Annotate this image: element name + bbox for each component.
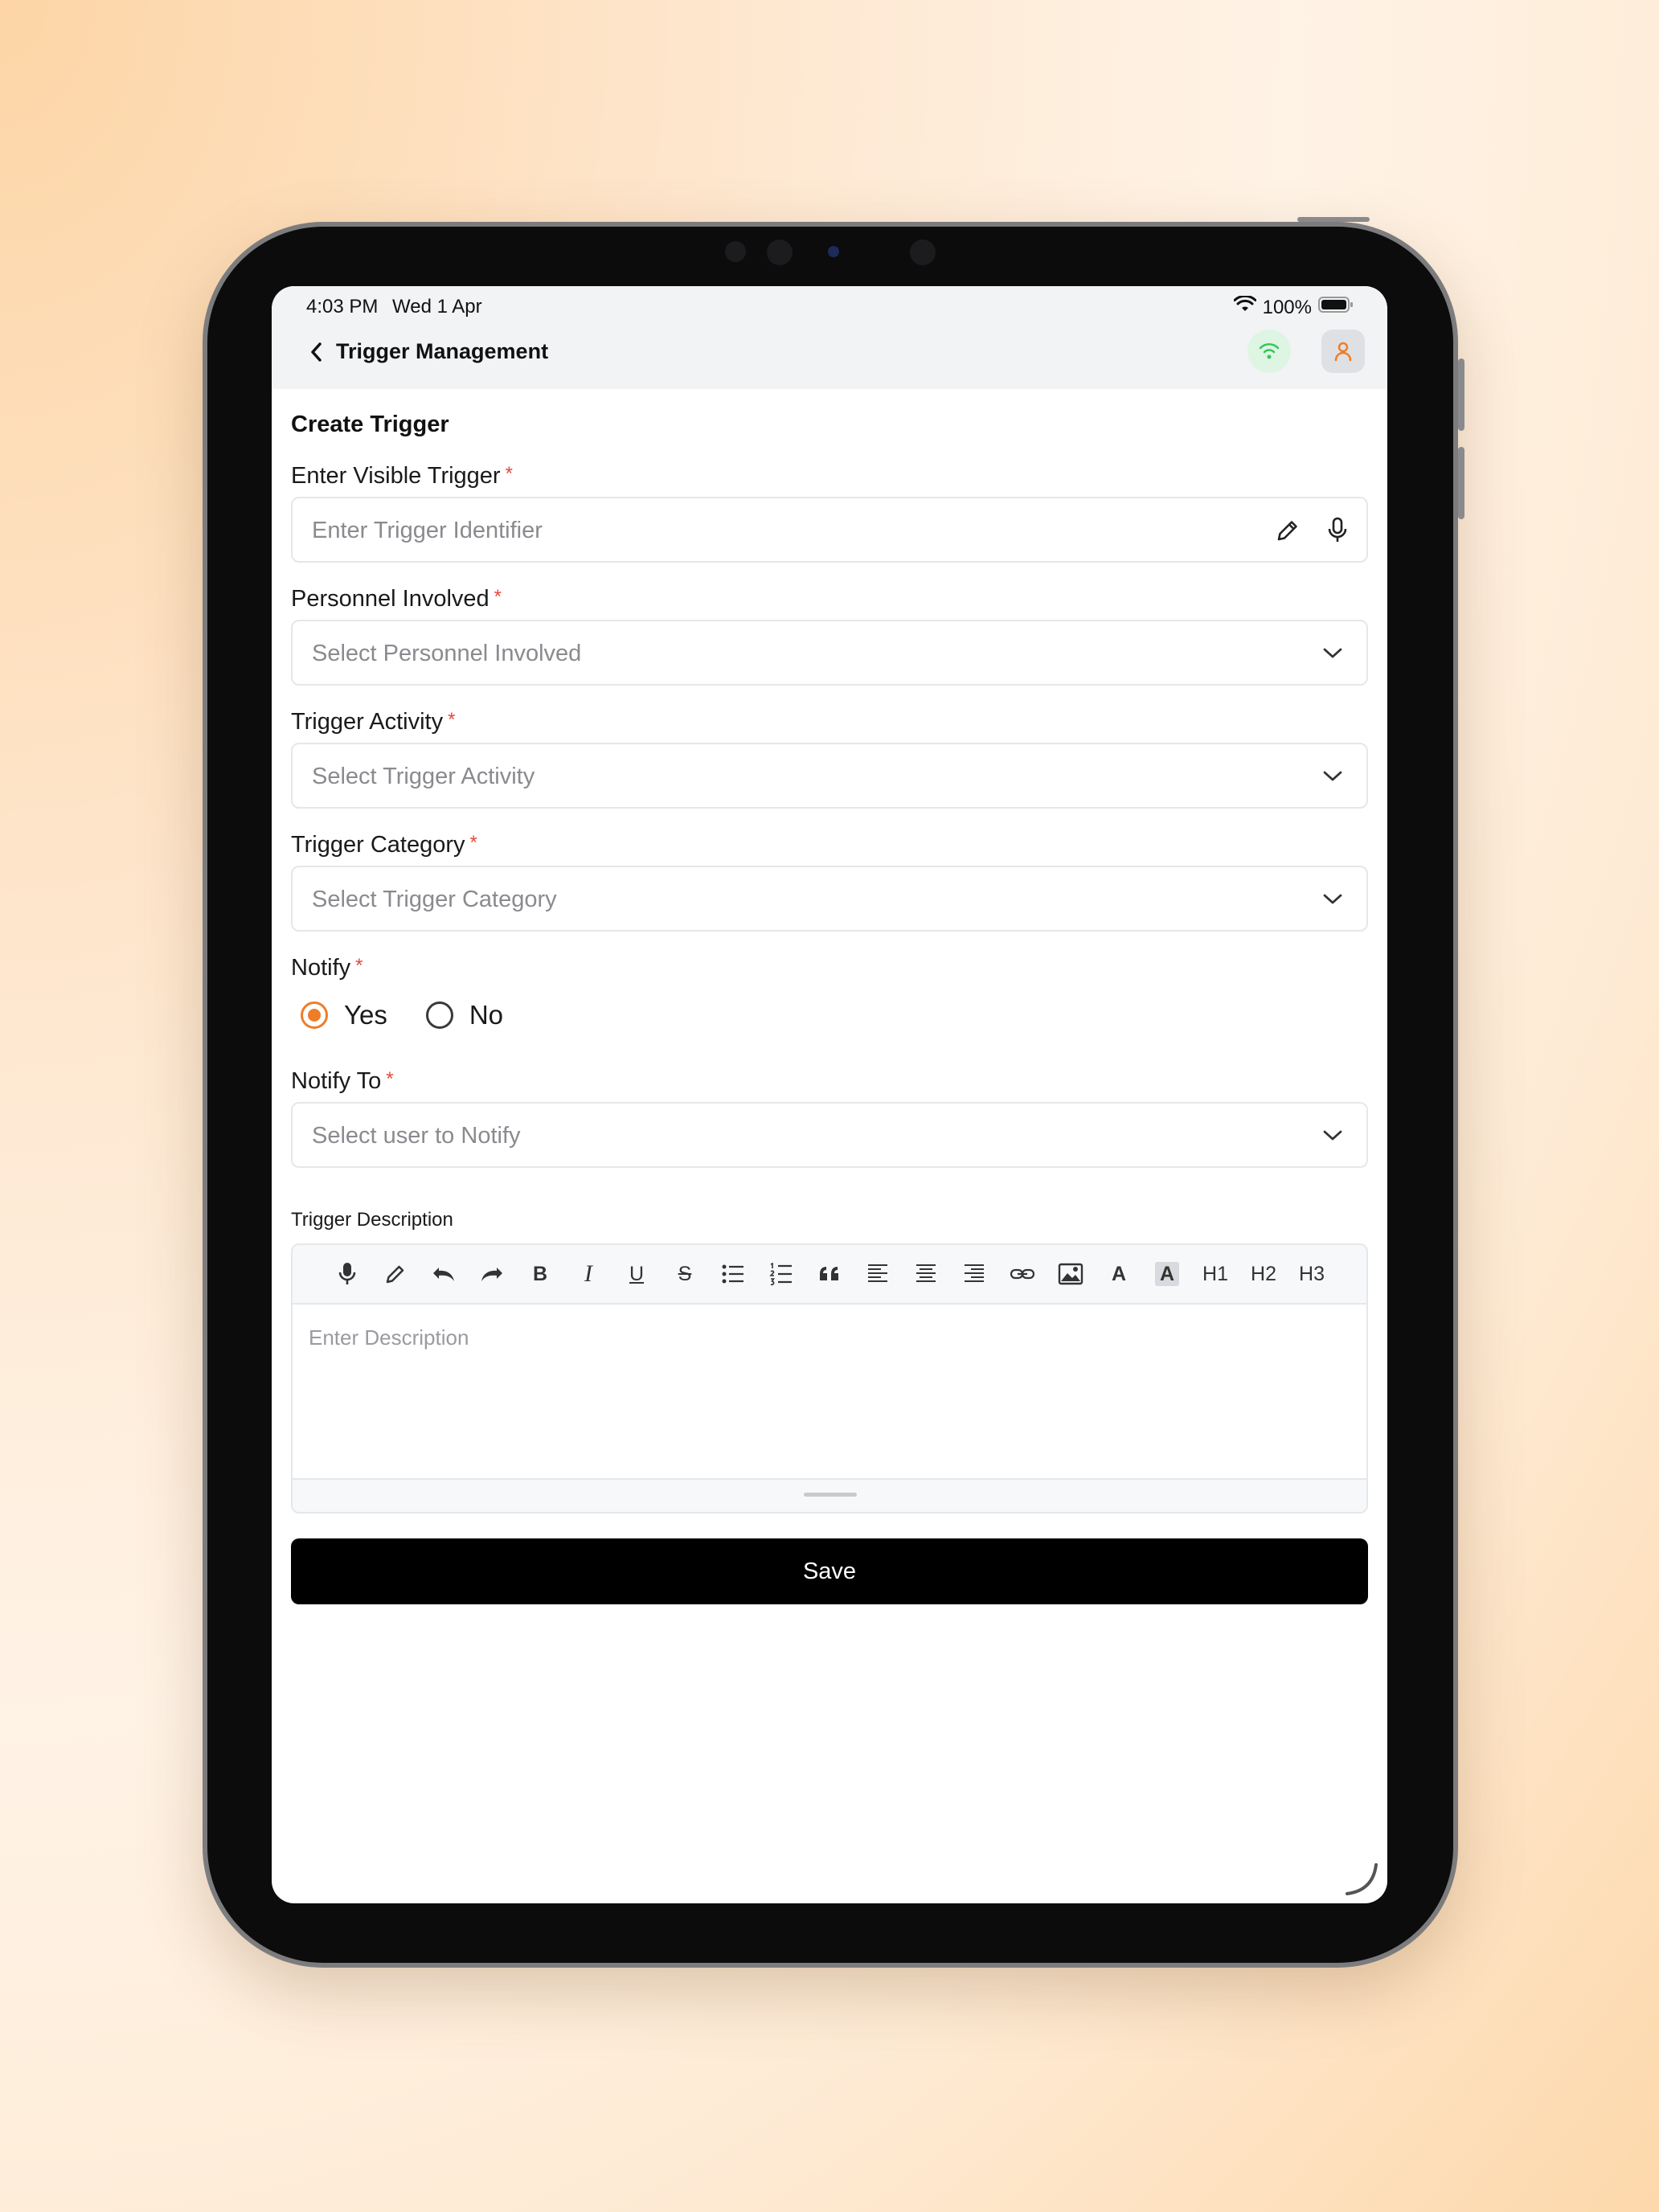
radio-selected[interactable] bbox=[301, 1002, 328, 1029]
italic-button[interactable]: I bbox=[572, 1258, 604, 1290]
undo-icon[interactable] bbox=[428, 1258, 460, 1290]
heading-3-button[interactable]: H3 bbox=[1296, 1258, 1328, 1290]
rich-text-editor: B I U S A A H1 H2 H3 Enter Description bbox=[291, 1243, 1368, 1514]
visible-trigger-label: Enter Visible Trigger * bbox=[291, 463, 513, 490]
activity-label: Trigger Activity * bbox=[291, 709, 455, 735]
numbered-list-icon[interactable] bbox=[765, 1258, 797, 1290]
profile-button[interactable] bbox=[1321, 330, 1365, 373]
category-label: Trigger Category * bbox=[291, 832, 477, 858]
notify-radio-group: Yes No bbox=[301, 1000, 503, 1030]
battery-icon bbox=[1318, 296, 1354, 319]
personnel-select[interactable]: Select Personnel Involved bbox=[291, 620, 1368, 686]
microphone-icon[interactable] bbox=[331, 1258, 363, 1290]
front-camera bbox=[828, 246, 839, 257]
pencil-icon[interactable] bbox=[379, 1258, 412, 1290]
volume-down-button bbox=[1458, 447, 1464, 519]
page-title: Trigger Management bbox=[336, 339, 549, 363]
required-marker: * bbox=[386, 1068, 394, 1090]
form-title: Create Trigger bbox=[291, 412, 449, 437]
required-marker: * bbox=[469, 832, 477, 854]
trigger-activity-select[interactable]: Select Trigger Activity bbox=[291, 743, 1368, 809]
editor-toolbar: B I U S A A H1 H2 H3 bbox=[293, 1245, 1366, 1305]
status-indicators: 100% bbox=[1233, 294, 1354, 319]
bullet-list-icon[interactable] bbox=[717, 1258, 749, 1290]
app-screen: 4:03 PM Wed 1 Apr 100% Trigger Managemen… bbox=[272, 286, 1387, 1903]
editor-resize-bar bbox=[293, 1478, 1366, 1512]
required-marker: * bbox=[355, 955, 363, 977]
select-placeholder: Select user to Notify bbox=[312, 1123, 521, 1149]
label-text: Personnel Involved bbox=[291, 586, 490, 612]
radio-label-no: No bbox=[469, 1000, 504, 1030]
personnel-label: Personnel Involved * bbox=[291, 586, 502, 612]
status-time: 4:03 PM bbox=[306, 296, 379, 317]
back-button[interactable] bbox=[301, 336, 333, 368]
description-label: Trigger Description bbox=[291, 1209, 453, 1231]
heading-1-button[interactable]: H1 bbox=[1199, 1258, 1231, 1290]
chevron-down-icon bbox=[1317, 637, 1349, 670]
label-text: Trigger Activity bbox=[291, 709, 444, 735]
top-bar: 4:03 PM Wed 1 Apr 100% Trigger Managemen… bbox=[272, 286, 1387, 389]
label-text: Enter Visible Trigger bbox=[291, 463, 501, 489]
required-marker: * bbox=[448, 709, 456, 731]
user-icon bbox=[1334, 342, 1352, 362]
chevron-down-icon bbox=[1317, 760, 1349, 793]
save-button[interactable]: Save bbox=[291, 1538, 1368, 1604]
underline-button[interactable]: U bbox=[621, 1258, 653, 1290]
wifi-icon bbox=[1259, 342, 1280, 359]
top-button bbox=[1297, 217, 1370, 222]
notify-yes-option[interactable]: Yes bbox=[301, 1000, 387, 1030]
align-right-icon[interactable] bbox=[958, 1258, 990, 1290]
connection-status-button[interactable] bbox=[1247, 330, 1291, 373]
resize-corner-icon bbox=[1346, 1863, 1378, 1895]
radio-label-yes: Yes bbox=[344, 1000, 387, 1030]
resize-handle[interactable] bbox=[804, 1493, 857, 1497]
label-text: Notify To bbox=[291, 1068, 382, 1094]
chevron-down-icon bbox=[1317, 1120, 1349, 1152]
pencil-icon[interactable] bbox=[1272, 514, 1304, 547]
sensor-dot bbox=[767, 240, 793, 265]
chevron-left-icon bbox=[311, 342, 322, 362]
sensor-dot bbox=[725, 241, 746, 262]
quote-icon[interactable] bbox=[813, 1258, 846, 1290]
align-left-icon[interactable] bbox=[862, 1258, 894, 1290]
notify-label: Notify * bbox=[291, 955, 363, 981]
select-placeholder: Select Trigger Category bbox=[312, 887, 557, 912]
chevron-down-icon bbox=[1317, 883, 1349, 916]
highlight-button[interactable]: A bbox=[1155, 1262, 1179, 1286]
select-placeholder: Select Trigger Activity bbox=[312, 764, 535, 789]
required-marker: * bbox=[494, 586, 502, 608]
redo-icon[interactable] bbox=[476, 1258, 508, 1290]
font-color-button[interactable]: A bbox=[1103, 1258, 1135, 1290]
link-icon[interactable] bbox=[1006, 1258, 1038, 1290]
required-marker: * bbox=[505, 463, 513, 485]
radio-unselected[interactable] bbox=[425, 1002, 453, 1029]
volume-up-button bbox=[1458, 358, 1464, 431]
label-text: Notify bbox=[291, 955, 351, 981]
notify-no-option[interactable]: No bbox=[425, 1000, 504, 1030]
microphone-icon[interactable] bbox=[1321, 514, 1354, 547]
label-text: Trigger Category bbox=[291, 832, 465, 858]
bold-button[interactable]: B bbox=[524, 1258, 556, 1290]
align-center-icon[interactable] bbox=[910, 1258, 942, 1290]
select-placeholder: Select Personnel Involved bbox=[312, 641, 582, 666]
status-date: Wed 1 Apr bbox=[392, 296, 482, 317]
image-icon[interactable] bbox=[1055, 1258, 1087, 1290]
strikethrough-button[interactable]: S bbox=[669, 1258, 701, 1290]
trigger-category-select[interactable]: Select Trigger Category bbox=[291, 866, 1368, 932]
trigger-identifier-input[interactable]: Enter Trigger Identifier bbox=[291, 497, 1368, 563]
notify-to-select[interactable]: Select user to Notify bbox=[291, 1102, 1368, 1168]
battery-percent: 100% bbox=[1262, 296, 1312, 318]
sensor-dot bbox=[910, 240, 936, 265]
input-placeholder: Enter Trigger Identifier bbox=[312, 518, 543, 543]
heading-2-button[interactable]: H2 bbox=[1247, 1258, 1280, 1290]
wifi-icon bbox=[1233, 294, 1257, 319]
description-placeholder[interactable]: Enter Description bbox=[309, 1325, 469, 1350]
notify-to-label: Notify To * bbox=[291, 1068, 394, 1095]
